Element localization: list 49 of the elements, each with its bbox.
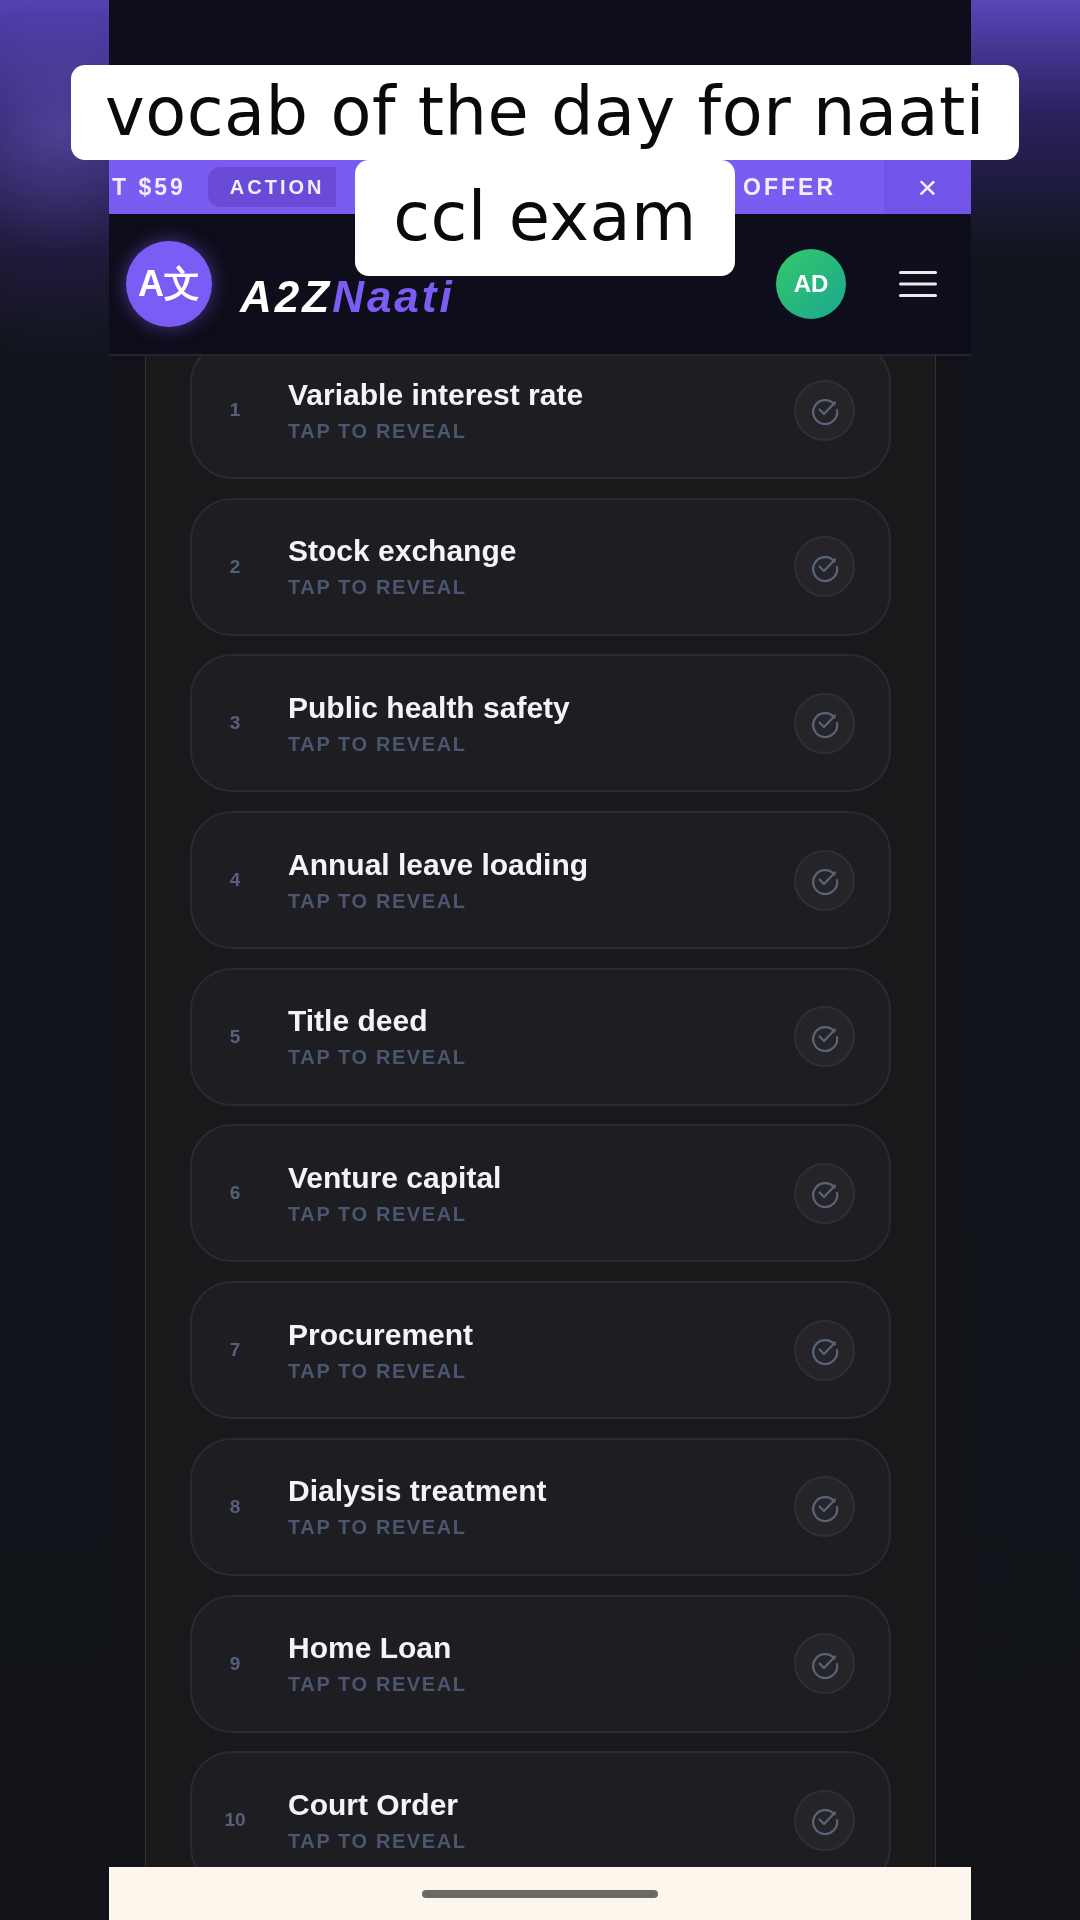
vocab-card[interactable]: 8 Dialysis treatment TAP TO REVEAL — [190, 1437, 891, 1576]
vocab-card[interactable]: 7 Procurement TAP TO REVEAL — [190, 1281, 891, 1420]
translate-logo: A文 — [126, 241, 212, 327]
reveal-hint: TAP TO REVEAL — [288, 419, 467, 443]
reveal-hint: TAP TO REVEAL — [288, 1046, 467, 1070]
item-number: 2 — [228, 555, 242, 578]
vocab-term: Court Order — [288, 1787, 458, 1822]
reveal-hint: TAP TO REVEAL — [288, 889, 467, 913]
item-number: 5 — [228, 1025, 242, 1048]
vocab-card[interactable]: 4 Annual leave loading TAP TO REVEAL — [190, 811, 891, 950]
vocab-card[interactable]: 6 Venture capital TAP TO REVEAL — [190, 1124, 891, 1263]
menu-icon[interactable] — [898, 269, 938, 299]
reveal-hint: TAP TO REVEAL — [288, 576, 467, 600]
video-caption: ccl exam — [355, 160, 735, 276]
vocab-card[interactable]: 9 Home Loan TAP TO REVEAL — [190, 1594, 891, 1733]
vocab-term: Dialysis treatment — [288, 1474, 547, 1509]
item-number: 9 — [228, 1652, 242, 1675]
vocab-card[interactable]: 1 Variable interest rate TAP TO REVEAL — [190, 356, 891, 479]
reveal-hint: TAP TO REVEAL — [288, 1829, 467, 1853]
item-number: 10 — [223, 1809, 247, 1832]
item-number: 8 — [228, 1495, 242, 1518]
vocab-card[interactable]: 3 Public health safety TAP TO REVEAL — [190, 654, 891, 793]
item-number: 3 — [228, 712, 242, 735]
vocab-card[interactable]: 2 Stock exchange TAP TO REVEAL — [190, 497, 891, 636]
vocab-term: Public health safety — [288, 690, 570, 725]
vocab-card[interactable]: 5 Title deed TAP TO REVEAL — [190, 967, 891, 1106]
item-number: 7 — [228, 1339, 242, 1362]
vocab-term: Annual leave loading — [288, 847, 589, 882]
item-number: 6 — [228, 1182, 242, 1205]
reveal-hint: TAP TO REVEAL — [288, 1673, 467, 1696]
reveal-hint: TAP TO REVEAL — [288, 1359, 467, 1383]
reveal-hint: TAP TO REVEAL — [288, 1202, 467, 1226]
item-number: 1 — [228, 399, 242, 421]
vocab-term: Procurement — [288, 1317, 474, 1352]
offer-text: OFFER — [743, 173, 836, 201]
promo-price-text: T $59 — [111, 173, 186, 201]
vocab-term: Title deed — [288, 1004, 428, 1039]
action-button[interactable]: ACTION — [207, 167, 336, 207]
vocab-term: Stock exchange — [288, 534, 517, 569]
reveal-hint: TAP TO REVEAL — [288, 1516, 467, 1540]
item-number: 4 — [228, 869, 242, 892]
vocab-term: Variable interest rate — [288, 377, 584, 412]
vocab-term: Venture capital — [288, 1160, 502, 1195]
vocab-card[interactable]: 10 Court Order TAP TO REVEAL — [190, 1751, 891, 1867]
close-button[interactable]: × — [884, 160, 971, 214]
reveal-hint: TAP TO REVEAL — [288, 732, 467, 756]
vocab-term: Home Loan — [288, 1631, 452, 1665]
brand-logo: A2ZNaati — [240, 276, 455, 318]
video-caption: vocab of the day for naati — [71, 65, 1019, 160]
